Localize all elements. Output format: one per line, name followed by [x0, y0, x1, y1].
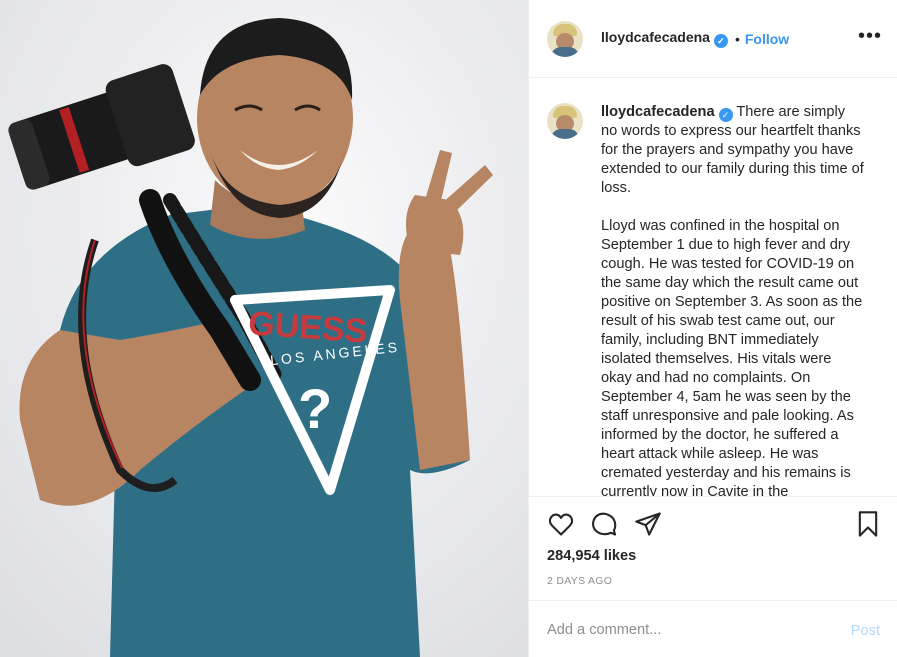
header-username[interactable]: lloydcafecadena ✓	[601, 29, 728, 48]
comment-bar: Post	[529, 600, 897, 657]
post-photo-illustration: GUESS LOS ANGELES ?	[0, 0, 528, 657]
heart-icon[interactable]	[547, 510, 575, 543]
shirt-mark-text: ?	[298, 377, 332, 440]
post-header: lloydcafecadena ✓ • Follow •••	[529, 0, 897, 78]
comment-input[interactable]	[547, 615, 827, 645]
caption-username[interactable]: lloydcafecadena	[601, 104, 715, 120]
post-date[interactable]: 2 DAYS AGO	[547, 575, 612, 587]
caption-text: lloydcafecadena ✓ There are simply no wor…	[601, 103, 865, 497]
verified-badge-icon: ✓	[718, 108, 733, 122]
separator-dot: •	[734, 30, 740, 47]
more-options-icon[interactable]: •••	[858, 26, 882, 46]
likes-count[interactable]: 284,954 likes	[547, 548, 636, 564]
post-side-panel: lloydcafecadena ✓ • Follow ••• lloydcafec…	[528, 0, 897, 657]
caption-scroll-area[interactable]: lloydcafecadena ✓ There are simply no wor…	[529, 79, 897, 497]
verified-badge-icon: ✓	[713, 34, 728, 48]
caption-comment: lloydcafecadena ✓ There are simply no wor…	[547, 103, 880, 497]
post-image[interactable]: GUESS LOS ANGELES ?	[0, 0, 528, 657]
avatar[interactable]	[547, 20, 583, 57]
comment-icon[interactable]	[590, 510, 618, 543]
action-bar	[547, 510, 892, 540]
share-icon[interactable]	[634, 510, 662, 543]
header-username-text[interactable]: lloydcafecadena	[601, 29, 710, 45]
bookmark-icon[interactable]	[854, 510, 882, 543]
caption-body: There are simply no words to express our…	[601, 104, 864, 497]
follow-button[interactable]: Follow	[745, 31, 789, 47]
post-comment-button[interactable]: Post	[851, 623, 880, 639]
caption-avatar[interactable]	[547, 103, 583, 139]
